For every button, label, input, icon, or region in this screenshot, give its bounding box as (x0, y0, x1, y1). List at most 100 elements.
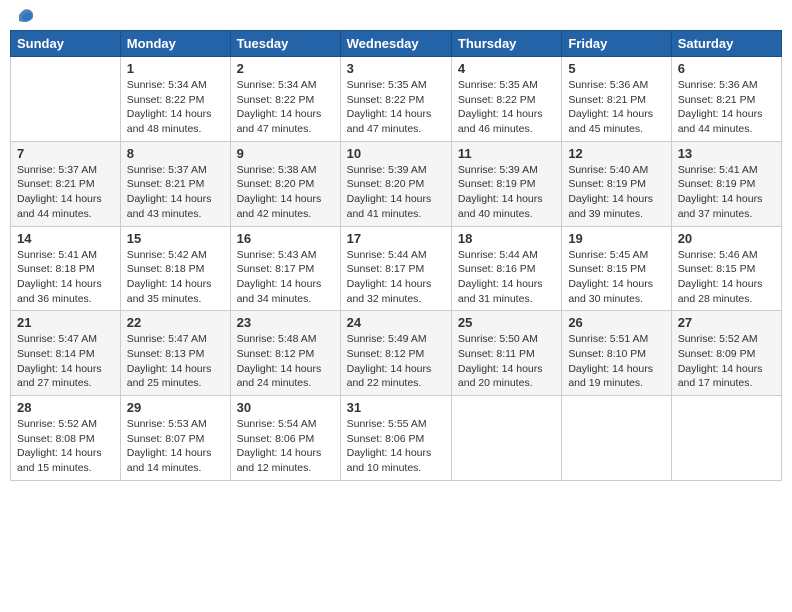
day-info: Sunrise: 5:36 AM Sunset: 8:21 PM Dayligh… (678, 78, 775, 137)
day-number: 2 (237, 61, 334, 76)
weekday-header-tuesday: Tuesday (230, 31, 340, 57)
calendar-cell: 24 Sunrise: 5:49 AM Sunset: 8:12 PM Dayli… (340, 311, 451, 396)
calendar-cell: 31Sunrise: 5:55 AM Sunset: 8:06 PM Dayli… (340, 396, 451, 481)
day-number: 22 (127, 315, 224, 330)
calendar-cell: 9 Sunrise: 5:38 AM Sunset: 8:20 PM Daylig… (230, 141, 340, 226)
calendar-cell: 11 Sunrise: 5:39 AM Sunset: 8:19 PM Dayli… (451, 141, 561, 226)
weekday-header-thursday: Thursday (451, 31, 561, 57)
day-number: 1 (127, 61, 224, 76)
calendar-cell: 4 Sunrise: 5:35 AM Sunset: 8:22 PM Daylig… (451, 57, 561, 142)
day-info: Sunrise: 5:39 AM Sunset: 8:20 PM Dayligh… (347, 163, 445, 222)
weekday-header-friday: Friday (562, 31, 671, 57)
day-number: 24 (347, 315, 445, 330)
day-number: 26 (568, 315, 664, 330)
weekday-header-wednesday: Wednesday (340, 31, 451, 57)
calendar-cell: 3 Sunrise: 5:35 AM Sunset: 8:22 PM Daylig… (340, 57, 451, 142)
day-info: Sunrise: 5:34 AM Sunset: 8:22 PM Dayligh… (237, 78, 334, 137)
day-info: Sunrise: 5:43 AM Sunset: 8:17 PM Dayligh… (237, 248, 334, 307)
calendar-cell: 25 Sunrise: 5:50 AM Sunset: 8:11 PM Dayli… (451, 311, 561, 396)
day-info: Sunrise: 5:35 AM Sunset: 8:22 PM Dayligh… (458, 78, 555, 137)
calendar-cell: 6 Sunrise: 5:36 AM Sunset: 8:21 PM Daylig… (671, 57, 781, 142)
day-info: Sunrise: 5:39 AM Sunset: 8:19 PM Dayligh… (458, 163, 555, 222)
calendar-cell: 26 Sunrise: 5:51 AM Sunset: 8:10 PM Dayli… (562, 311, 671, 396)
page-header (10, 10, 782, 24)
day-number: 4 (458, 61, 555, 76)
day-info: Sunrise: 5:34 AM Sunset: 8:22 PM Dayligh… (127, 78, 224, 137)
calendar-cell: 2 Sunrise: 5:34 AM Sunset: 8:22 PM Daylig… (230, 57, 340, 142)
day-number: 11 (458, 146, 555, 161)
weekday-header-monday: Monday (120, 31, 230, 57)
day-number: 17 (347, 231, 445, 246)
logo-icon (16, 6, 34, 24)
day-number: 6 (678, 61, 775, 76)
calendar-cell: 12 Sunrise: 5:40 AM Sunset: 8:19 PM Dayli… (562, 141, 671, 226)
day-info: Sunrise: 5:40 AM Sunset: 8:19 PM Dayligh… (568, 163, 664, 222)
weekday-header-row: SundayMondayTuesdayWednesdayThursdayFrid… (11, 31, 782, 57)
calendar-cell: 22 Sunrise: 5:47 AM Sunset: 8:13 PM Dayli… (120, 311, 230, 396)
logo (14, 10, 34, 24)
day-info: Sunrise: 5:48 AM Sunset: 8:12 PM Dayligh… (237, 332, 334, 391)
day-number: 20 (678, 231, 775, 246)
day-info: Sunrise: 5:46 AM Sunset: 8:15 PM Dayligh… (678, 248, 775, 307)
day-info: Sunrise: 5:44 AM Sunset: 8:17 PM Dayligh… (347, 248, 445, 307)
calendar-cell: 21 Sunrise: 5:47 AM Sunset: 8:14 PM Dayli… (11, 311, 121, 396)
day-info: Sunrise: 5:44 AM Sunset: 8:16 PM Dayligh… (458, 248, 555, 307)
weekday-header-sunday: Sunday (11, 31, 121, 57)
day-info: Sunrise: 5:52 AM Sunset: 8:09 PM Dayligh… (678, 332, 775, 391)
calendar-week-row: 14 Sunrise: 5:41 AM Sunset: 8:18 PM Dayli… (11, 226, 782, 311)
day-number: 28 (17, 400, 114, 415)
day-info: Sunrise: 5:47 AM Sunset: 8:14 PM Dayligh… (17, 332, 114, 391)
calendar-week-row: 28 Sunrise: 5:52 AM Sunset: 8:08 PM Dayli… (11, 396, 782, 481)
day-info: Sunrise: 5:50 AM Sunset: 8:11 PM Dayligh… (458, 332, 555, 391)
day-info: Sunrise: 5:52 AM Sunset: 8:08 PM Dayligh… (17, 417, 114, 476)
calendar-cell: 20 Sunrise: 5:46 AM Sunset: 8:15 PM Dayli… (671, 226, 781, 311)
calendar-week-row: 21 Sunrise: 5:47 AM Sunset: 8:14 PM Dayli… (11, 311, 782, 396)
calendar-cell: 1 Sunrise: 5:34 AM Sunset: 8:22 PM Daylig… (120, 57, 230, 142)
day-number: 25 (458, 315, 555, 330)
day-number: 8 (127, 146, 224, 161)
day-info: Sunrise: 5:53 AM Sunset: 8:07 PM Dayligh… (127, 417, 224, 476)
calendar-cell: 27 Sunrise: 5:52 AM Sunset: 8:09 PM Dayli… (671, 311, 781, 396)
calendar-cell: 8 Sunrise: 5:37 AM Sunset: 8:21 PM Daylig… (120, 141, 230, 226)
calendar-cell: 7Sunrise: 5:37 AM Sunset: 8:21 PM Daylig… (11, 141, 121, 226)
calendar-cell (671, 396, 781, 481)
day-number: 19 (568, 231, 664, 246)
day-info: Sunrise: 5:36 AM Sunset: 8:21 PM Dayligh… (568, 78, 664, 137)
calendar-cell (451, 396, 561, 481)
day-info: Sunrise: 5:38 AM Sunset: 8:20 PM Dayligh… (237, 163, 334, 222)
calendar-cell: 29 Sunrise: 5:53 AM Sunset: 8:07 PM Dayli… (120, 396, 230, 481)
day-info: Sunrise: 5:51 AM Sunset: 8:10 PM Dayligh… (568, 332, 664, 391)
day-number: 27 (678, 315, 775, 330)
calendar-cell: 30Sunrise: 5:54 AM Sunset: 8:06 PM Dayli… (230, 396, 340, 481)
day-info: Sunrise: 5:41 AM Sunset: 8:19 PM Dayligh… (678, 163, 775, 222)
day-info: Sunrise: 5:49 AM Sunset: 8:12 PM Dayligh… (347, 332, 445, 391)
calendar-cell: 14 Sunrise: 5:41 AM Sunset: 8:18 PM Dayli… (11, 226, 121, 311)
day-number: 31 (347, 400, 445, 415)
day-number: 5 (568, 61, 664, 76)
weekday-header-saturday: Saturday (671, 31, 781, 57)
day-number: 3 (347, 61, 445, 76)
calendar-cell: 15 Sunrise: 5:42 AM Sunset: 8:18 PM Dayli… (120, 226, 230, 311)
day-number: 18 (458, 231, 555, 246)
day-info: Sunrise: 5:42 AM Sunset: 8:18 PM Dayligh… (127, 248, 224, 307)
day-number: 23 (237, 315, 334, 330)
day-info: Sunrise: 5:35 AM Sunset: 8:22 PM Dayligh… (347, 78, 445, 137)
calendar-week-row: 7Sunrise: 5:37 AM Sunset: 8:21 PM Daylig… (11, 141, 782, 226)
day-info: Sunrise: 5:37 AM Sunset: 8:21 PM Dayligh… (17, 163, 114, 222)
day-number: 10 (347, 146, 445, 161)
day-info: Sunrise: 5:47 AM Sunset: 8:13 PM Dayligh… (127, 332, 224, 391)
day-number: 13 (678, 146, 775, 161)
calendar-cell: 10 Sunrise: 5:39 AM Sunset: 8:20 PM Dayli… (340, 141, 451, 226)
day-info: Sunrise: 5:41 AM Sunset: 8:18 PM Dayligh… (17, 248, 114, 307)
day-number: 14 (17, 231, 114, 246)
day-number: 15 (127, 231, 224, 246)
day-number: 29 (127, 400, 224, 415)
day-number: 12 (568, 146, 664, 161)
calendar-cell: 19Sunrise: 5:45 AM Sunset: 8:15 PM Dayli… (562, 226, 671, 311)
calendar-cell: 23 Sunrise: 5:48 AM Sunset: 8:12 PM Dayli… (230, 311, 340, 396)
day-number: 9 (237, 146, 334, 161)
day-info: Sunrise: 5:37 AM Sunset: 8:21 PM Dayligh… (127, 163, 224, 222)
day-number: 21 (17, 315, 114, 330)
calendar-cell: 17 Sunrise: 5:44 AM Sunset: 8:17 PM Dayli… (340, 226, 451, 311)
day-info: Sunrise: 5:54 AM Sunset: 8:06 PM Dayligh… (237, 417, 334, 476)
